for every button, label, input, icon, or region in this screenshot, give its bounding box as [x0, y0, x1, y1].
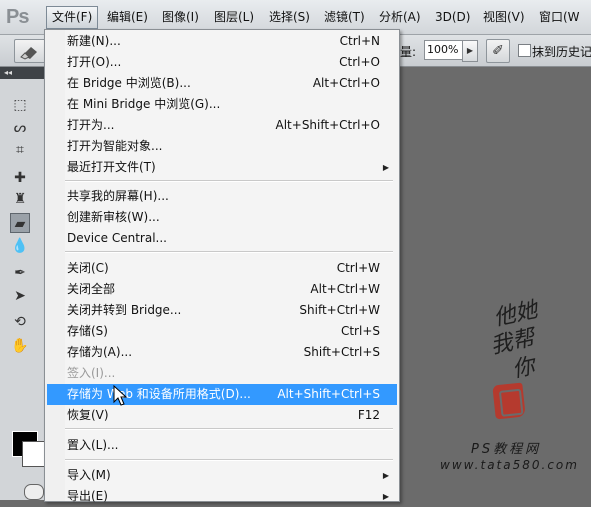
menu-item-open[interactable]: 打开(O)... Ctrl+O	[47, 52, 397, 73]
mouse-cursor-icon	[113, 385, 127, 406]
menu-file[interactable]: 文件(F)	[46, 6, 99, 29]
tool-preset-picker[interactable]	[14, 39, 46, 63]
panel-collapse-icon[interactable]: ◂◂	[0, 67, 46, 79]
photoshop-logo: Ps	[6, 6, 29, 28]
menu-layer[interactable]: 图层(L)	[209, 7, 259, 28]
menu-edit[interactable]: 编辑(E)	[102, 7, 153, 28]
watermark-seal-icon	[492, 382, 526, 420]
menu-item-open-as-smart-object[interactable]: 打开为智能对象...	[47, 136, 397, 157]
watermark-site-name: PS教程网	[471, 442, 542, 457]
menu-item-browse-in-bridge[interactable]: 在 Bridge 中浏览(B)... Alt+Ctrl+O	[47, 73, 397, 94]
menu-filter[interactable]: 滤镜(T)	[319, 7, 370, 28]
menu-item-save-for-web[interactable]: 存储为 Web 和设备所用格式(D)... Alt+Shift+Ctrl+S	[47, 384, 397, 405]
menu-image[interactable]: 图像(I)	[157, 7, 204, 28]
quick-mask-button[interactable]	[24, 484, 44, 500]
menu-3d[interactable]: 3D(D)	[430, 7, 475, 28]
menu-separator	[65, 180, 393, 182]
menu-window[interactable]: 窗口(W	[534, 7, 585, 28]
menu-item-close-and-go-to-bridge[interactable]: 关闭并转到 Bridge... Shift+Ctrl+W	[47, 300, 397, 321]
file-menu-dropdown: 新建(N)... Ctrl+N 打开(O)... Ctrl+O 在 Bridge 中…	[44, 29, 400, 503]
menu-item-export[interactable]: 导出(E) ▶	[47, 486, 397, 507]
menu-item-open-as[interactable]: 打开为... Alt+Shift+Ctrl+O	[47, 115, 397, 136]
menu-item-close-all[interactable]: 关闭全部 Alt+Ctrl+W	[47, 279, 397, 300]
menu-item-place[interactable]: 置入(L)...	[47, 435, 397, 456]
menu-item-import[interactable]: 导入(M) ▶	[47, 465, 397, 486]
menu-item-new[interactable]: 新建(N)... Ctrl+N	[47, 31, 397, 52]
stamp-tool-icon[interactable]: ♜	[10, 189, 30, 209]
eraser-tool-icon[interactable]: ▰	[10, 213, 30, 233]
erase-to-history-label: 抹到历史记	[532, 45, 591, 59]
airbrush-icon[interactable]: ✐	[486, 39, 510, 63]
menu-item-open-recent[interactable]: 最近打开文件(T) ▶	[47, 157, 397, 178]
flow-input[interactable]: 100%	[424, 40, 464, 60]
tools-panel: ◂◂ ⬚ ᔕ ⌗ ✚ ♜ ▰ 💧 ✒ ➤ ⟲ ✋	[0, 67, 48, 500]
eraser-icon	[20, 47, 37, 60]
watermark-site-url: www.tata580.com	[440, 458, 579, 472]
flow-label: 量:	[400, 45, 417, 59]
3d-rotate-tool-icon[interactable]: ⟲	[10, 312, 30, 332]
menu-separator	[65, 428, 393, 430]
menu-view[interactable]: 视图(V)	[478, 7, 530, 28]
menu-item-browse-in-mini-bridge[interactable]: 在 Mini Bridge 中浏览(G)...	[47, 94, 397, 115]
watermark-calligraphy-3: 你	[510, 353, 537, 383]
menu-select[interactable]: 选择(S)	[264, 7, 315, 28]
menu-item-check-in: 签入(I)...	[67, 366, 116, 380]
menu-item-device-central[interactable]: Device Central...	[47, 228, 397, 249]
lasso-tool-icon[interactable]: ᔕ	[10, 118, 30, 138]
pen-tool-icon[interactable]: ✒	[10, 263, 30, 283]
menu-item-save[interactable]: 存储(S) Ctrl+S	[47, 321, 397, 342]
submenu-arrow-icon: ▶	[382, 163, 389, 172]
menu-separator	[65, 251, 393, 253]
menu-item-close[interactable]: 关闭(C) Ctrl+W	[47, 258, 397, 279]
erase-to-history-checkbox[interactable]	[518, 44, 531, 57]
submenu-arrow-icon: ▶	[382, 471, 389, 480]
menu-item-share-my-screen[interactable]: 共享我的屏幕(H)...	[47, 186, 397, 207]
blur-tool-icon[interactable]: 💧	[10, 236, 30, 256]
spot-healing-tool-icon[interactable]: ✚	[10, 168, 30, 188]
menu-item-revert[interactable]: 恢复(V) F12	[47, 405, 397, 426]
path-selection-tool-icon[interactable]: ➤	[10, 286, 30, 306]
menu-analysis[interactable]: 分析(A)	[374, 7, 426, 28]
crop-tool-icon[interactable]: ⌗	[10, 140, 30, 160]
menu-item-save-as[interactable]: 存储为(A)... Shift+Ctrl+S	[47, 342, 397, 363]
flow-slider-arrow-icon[interactable]: ▶	[462, 40, 478, 62]
hand-tool-icon[interactable]: ✋	[10, 336, 30, 356]
menu-separator	[65, 459, 393, 461]
marquee-tool-icon[interactable]: ⬚	[10, 95, 30, 115]
submenu-arrow-icon: ▶	[382, 492, 389, 501]
menu-item-create-review[interactable]: 创建新审核(W)...	[47, 207, 397, 228]
